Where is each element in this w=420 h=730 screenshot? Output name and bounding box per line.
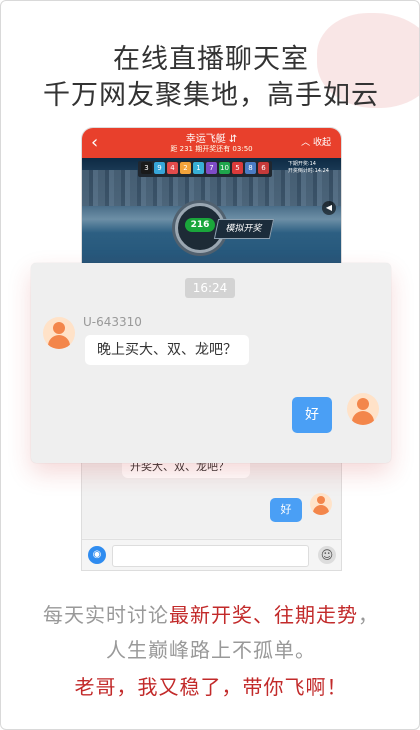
result-balls: 3 9 4 2 1 7 10 5 8 6 [138, 161, 272, 177]
result-ball: 6 [258, 162, 269, 174]
user-avatar[interactable] [43, 317, 75, 349]
result-ball: 8 [245, 162, 256, 174]
next-draw-info: 下期开奖:14 开奖倒计时:14:24 [287, 161, 329, 174]
emoji-icon[interactable]: ☺ [318, 546, 336, 564]
app-frame: 在线直播聊天室 千万网友聚集地，高手如云 ‹ 幸运飞艇 ⇵ 距 231 期开奖还… [0, 0, 420, 730]
chat-message: 晚上买大、双、龙吧？ [85, 335, 249, 365]
result-ball: 1 [193, 162, 204, 174]
result-ball: 9 [154, 162, 165, 174]
result-ball: 7 [206, 162, 217, 174]
result-ball: 4 [167, 162, 178, 174]
self-avatar[interactable] [347, 393, 379, 425]
footer-line-2: 人生巅峰路上不孤单。 [106, 638, 316, 662]
user-id: U-643310 [83, 315, 142, 329]
result-ball: 2 [180, 162, 191, 174]
avatar-small [310, 493, 332, 515]
result-ball: 10 [219, 162, 230, 174]
result-ball: 3 [141, 162, 152, 174]
headline: 在线直播聊天室 [113, 44, 309, 75]
collapse-button[interactable]: ︿ 收起 [301, 135, 331, 148]
message-input[interactable] [112, 545, 309, 567]
chat-reply: 好 [292, 397, 332, 433]
simulate-draw-button[interactable]: 模拟开奖 [213, 219, 275, 239]
footer-line-3: 老哥，我又稳了，带你飞啊！ [74, 675, 348, 699]
footer-line-1: 每天实时讨论最新开奖、往期走势， [43, 603, 379, 627]
speaker-icon[interactable]: ◀ [322, 201, 336, 215]
chat-bubble-reply-small: 好 [270, 498, 302, 522]
result-ball: 5 [232, 162, 243, 174]
chat-popup: 16:24 U-643310 晚上买大、双、龙吧？ 好 [31, 263, 391, 463]
subheadline: 千万网友聚集地，高手如云 [43, 80, 379, 111]
chat-time: 16:24 [185, 278, 235, 298]
voice-icon[interactable]: ◉ [88, 546, 106, 564]
input-bar: ◉ ☺ [82, 539, 341, 570]
game-header: ‹ 幸运飞艇 ⇵ 距 231 期开奖还有 03:50 ︿ 收起 [82, 128, 341, 158]
